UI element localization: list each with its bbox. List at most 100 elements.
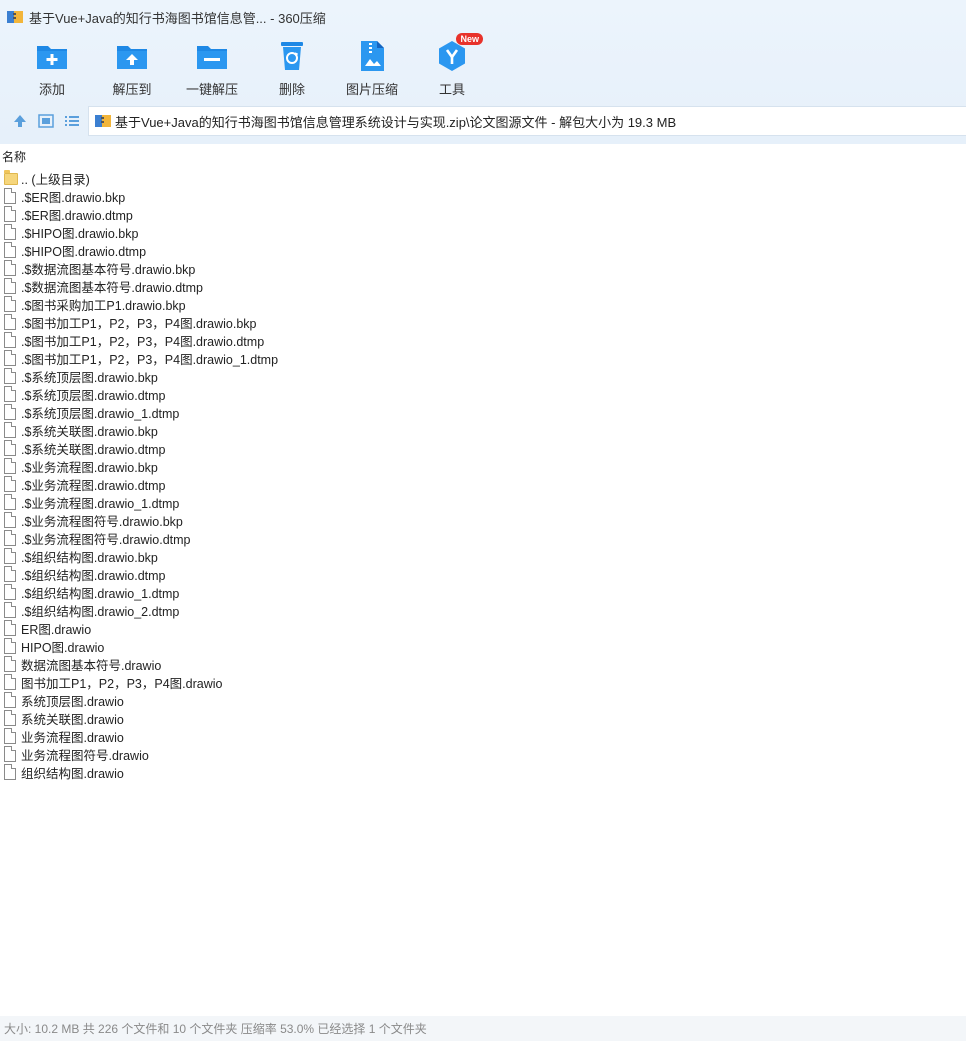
file-name: .$系统关联图.drawio.bkp — [21, 424, 158, 439]
window-title: 基于Vue+Java的知行书海图书馆信息管... - 360压缩 — [29, 10, 326, 26]
status-text: 大小: 10.2 MB 共 226 个文件和 10 个文件夹 压缩率 53.0%… — [4, 1022, 427, 1036]
add-button[interactable]: 添加 — [12, 36, 92, 98]
file-icon — [4, 242, 18, 258]
parent-directory-row[interactable]: .. (上级目录) — [0, 169, 966, 187]
file-row[interactable]: .$系统顶层图.drawio_1.dtmp — [0, 403, 966, 421]
new-badge: New — [456, 33, 483, 45]
file-row[interactable]: .$系统关联图.drawio.dtmp — [0, 439, 966, 457]
file-icon — [4, 350, 18, 366]
up-arrow-icon[interactable] — [11, 112, 29, 130]
file-name: 数据流图基本符号.drawio — [21, 658, 162, 673]
file-name: .$ER图.drawio.dtmp — [21, 208, 133, 223]
title-bar: 基于Vue+Java的知行书海图书馆信息管... - 360压缩 — [0, 0, 966, 34]
address-bar[interactable]: 基于Vue+Java的知行书海图书馆信息管理系统设计与实现.zip\论文图源文件… — [88, 106, 966, 136]
file-icon — [4, 692, 18, 708]
file-row[interactable]: .$业务流程图符号.drawio.bkp — [0, 511, 966, 529]
delete-icon — [275, 39, 309, 73]
file-row[interactable]: 系统顶层图.drawio — [0, 691, 966, 709]
file-icon — [4, 296, 18, 312]
column-header-name[interactable]: 名称 — [0, 144, 966, 166]
add-label: 添加 — [38, 82, 65, 97]
file-row[interactable]: .$系统顶层图.drawio.dtmp — [0, 385, 966, 403]
file-icon — [4, 656, 18, 672]
file-row[interactable]: .$HIPO图.drawio.dtmp — [0, 241, 966, 259]
file-row[interactable]: .$组织结构图.drawio_1.dtmp — [0, 583, 966, 601]
image-compress-icon — [355, 39, 389, 73]
file-row[interactable]: .$ER图.drawio.dtmp — [0, 205, 966, 223]
file-row[interactable]: 数据流图基本符号.drawio — [0, 655, 966, 673]
file-name: .$组织结构图.drawio.dtmp — [21, 568, 166, 583]
add-icon — [35, 39, 69, 73]
delete-label: 删除 — [278, 82, 305, 97]
address-path: 基于Vue+Java的知行书海图书馆信息管理系统设计与实现.zip\论文图源文件… — [115, 114, 677, 130]
file-row[interactable]: .$图书加工P1，P2，P3，P4图.drawio.bkp — [0, 313, 966, 331]
file-name: .$业务流程图.drawio.dtmp — [21, 478, 166, 493]
file-row[interactable]: 业务流程图符号.drawio — [0, 745, 966, 763]
file-row[interactable]: .$系统关联图.drawio.bkp — [0, 421, 966, 439]
file-icon — [4, 728, 18, 744]
file-row[interactable]: .$业务流程图.drawio.dtmp — [0, 475, 966, 493]
folder-icon — [4, 170, 18, 186]
file-name: .$组织结构图.drawio.bkp — [21, 550, 158, 565]
file-name: .$数据流图基本符号.drawio.bkp — [21, 262, 196, 277]
file-name: .$业务流程图符号.drawio.dtmp — [21, 532, 191, 547]
one-click-extract-icon — [195, 39, 229, 73]
file-icon — [4, 386, 18, 402]
file-row[interactable]: .$系统顶层图.drawio.bkp — [0, 367, 966, 385]
file-name: 系统顶层图.drawio — [21, 694, 124, 709]
tools-button[interactable]: New 工具 — [412, 33, 492, 98]
file-row[interactable]: HIPO图.drawio — [0, 637, 966, 655]
file-row[interactable]: .$图书加工P1，P2，P3，P4图.drawio_1.dtmp — [0, 349, 966, 367]
file-icon — [4, 620, 18, 636]
file-row[interactable]: 组织结构图.drawio — [0, 763, 966, 781]
file-row[interactable]: .$组织结构图.drawio.dtmp — [0, 565, 966, 583]
file-icon — [4, 602, 18, 618]
file-icon — [4, 440, 18, 456]
delete-button[interactable]: 删除 — [252, 36, 332, 98]
file-name: HIPO图.drawio — [21, 640, 105, 655]
file-icon — [4, 368, 18, 384]
file-name: .$HIPO图.drawio.bkp — [21, 226, 139, 241]
app-window: 基于Vue+Java的知行书海图书馆信息管... - 360压缩 添加 解压到 … — [0, 0, 966, 1041]
file-row[interactable]: 业务流程图.drawio — [0, 727, 966, 745]
file-list: .. (上级目录) .$ER图.drawio.bkp .$ER图.drawio.dt… — [0, 169, 966, 781]
navigation-bar: 基于Vue+Java的知行书海图书馆信息管理系统设计与实现.zip\论文图源文件… — [0, 106, 966, 136]
file-row[interactable]: .$数据流图基本符号.drawio.bkp — [0, 259, 966, 277]
file-row[interactable]: .$HIPO图.drawio.bkp — [0, 223, 966, 241]
file-row[interactable]: 系统关联图.drawio — [0, 709, 966, 727]
file-row[interactable]: .$图书采购加工P1.drawio.bkp — [0, 295, 966, 313]
file-row[interactable]: .$图书加工P1，P2，P3，P4图.drawio.dtmp — [0, 331, 966, 349]
file-icon — [4, 458, 18, 474]
file-icon — [4, 530, 18, 546]
extract-to-icon — [115, 39, 149, 73]
file-name: .$ER图.drawio.bkp — [21, 190, 126, 205]
file-row[interactable]: .$业务流程图符号.drawio.dtmp — [0, 529, 966, 547]
file-icon — [4, 674, 18, 690]
list-view-icon[interactable] — [63, 112, 81, 130]
file-row[interactable]: .$业务流程图.drawio.bkp — [0, 457, 966, 475]
file-icon — [4, 512, 18, 528]
file-name: .$组织结构图.drawio_2.dtmp — [21, 604, 180, 619]
file-row[interactable]: .$ER图.drawio.bkp — [0, 187, 966, 205]
file-icon — [4, 710, 18, 726]
file-icon — [4, 566, 18, 582]
top-region: 基于Vue+Java的知行书海图书馆信息管... - 360压缩 添加 解压到 … — [0, 0, 966, 144]
one-click-extract-button[interactable]: 一键解压 — [172, 36, 252, 98]
file-row[interactable]: .$组织结构图.drawio_2.dtmp — [0, 601, 966, 619]
extract-to-button[interactable]: 解压到 — [92, 36, 172, 98]
file-name: 系统关联图.drawio — [21, 712, 124, 727]
one-click-extract-label: 一键解压 — [185, 82, 238, 97]
image-compress-button[interactable]: 图片压缩 — [332, 36, 412, 98]
tools-label: 工具 — [438, 82, 465, 97]
file-icon — [4, 206, 18, 222]
file-row[interactable]: .$业务流程图.drawio_1.dtmp — [0, 493, 966, 511]
file-row[interactable]: .$数据流图基本符号.drawio.dtmp — [0, 277, 966, 295]
thumbnail-view-icon[interactable] — [37, 112, 55, 130]
file-icon — [4, 548, 18, 564]
file-name: .. (上级目录) — [21, 172, 90, 187]
file-row[interactable]: ER图.drawio — [0, 619, 966, 637]
file-icon — [4, 764, 18, 780]
file-icon — [4, 404, 18, 420]
file-row[interactable]: 图书加工P1，P2，P3，P4图.drawio — [0, 673, 966, 691]
file-row[interactable]: .$组织结构图.drawio.bkp — [0, 547, 966, 565]
